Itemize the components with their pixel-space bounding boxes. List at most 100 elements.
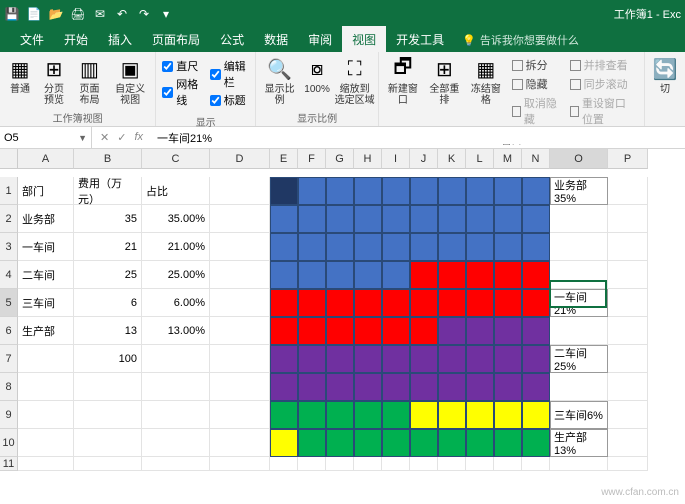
cell-L8[interactable] (466, 373, 494, 401)
cell-P9[interactable] (608, 401, 648, 429)
qat-more-icon[interactable]: ▾ (158, 6, 174, 22)
row-header[interactable]: 7 (0, 345, 18, 373)
tab-pagelayout[interactable]: 页面布局 (142, 26, 210, 52)
new-window-button[interactable]: 🗗新建窗口 (383, 54, 423, 108)
cell-P2[interactable] (608, 205, 648, 233)
column-header[interactable]: P (608, 149, 648, 169)
tell-me[interactable]: 💡告诉我你想要做什么 (462, 32, 579, 52)
cell-K3[interactable] (438, 233, 466, 261)
cell-D9[interactable] (210, 401, 270, 429)
cell-E3[interactable] (270, 233, 298, 261)
cell-M3[interactable] (494, 233, 522, 261)
hide-button[interactable]: 隐藏 (510, 75, 562, 93)
cell-H8[interactable] (354, 373, 382, 401)
cell-N9[interactable] (522, 401, 550, 429)
cell-D2[interactable] (210, 205, 270, 233)
cell-P4[interactable] (608, 261, 648, 289)
tab-home[interactable]: 开始 (54, 26, 98, 52)
cell-L10[interactable] (466, 429, 494, 457)
cell-I9[interactable] (382, 401, 410, 429)
cell-J6[interactable] (410, 317, 438, 345)
select-all-corner[interactable] (0, 149, 18, 169)
zoom-button[interactable]: 🔍显示比例 (260, 54, 299, 108)
cell-H2[interactable] (354, 205, 382, 233)
row-header[interactable]: 9 (0, 401, 18, 429)
cell-I3[interactable] (382, 233, 410, 261)
cell-D11[interactable] (210, 457, 270, 471)
cell-I5[interactable] (382, 289, 410, 317)
cell-N1[interactable] (522, 177, 550, 205)
cell-B10[interactable] (74, 429, 142, 457)
cell-A6[interactable]: 生产部 (18, 317, 74, 345)
cell-H9[interactable] (354, 401, 382, 429)
row-header[interactable]: 5 (0, 289, 18, 317)
switch-window-button[interactable]: 🔄切 (649, 54, 681, 97)
cell-P11[interactable] (608, 457, 648, 471)
cell-O9[interactable]: 三车间6% (550, 401, 608, 429)
cell-G5[interactable] (326, 289, 354, 317)
cell-C8[interactable] (142, 373, 210, 401)
column-header[interactable]: M (494, 149, 522, 169)
cell-C4[interactable]: 25.00% (142, 261, 210, 289)
cell-N3[interactable] (522, 233, 550, 261)
cell-M2[interactable] (494, 205, 522, 233)
column-header[interactable]: D (210, 149, 270, 169)
cell-K5[interactable] (438, 289, 466, 317)
cell-D4[interactable] (210, 261, 270, 289)
cell-G10[interactable] (326, 429, 354, 457)
column-header[interactable]: O (550, 149, 608, 169)
column-header[interactable]: K (438, 149, 466, 169)
cell-C7[interactable] (142, 345, 210, 373)
cell-I11[interactable] (382, 457, 410, 471)
reset-pos-button[interactable]: 重设窗口位置 (568, 94, 638, 128)
cell-O4[interactable] (550, 261, 608, 289)
cell-E10[interactable] (270, 429, 298, 457)
cell-J3[interactable] (410, 233, 438, 261)
column-header[interactable]: E (270, 149, 298, 169)
column-header[interactable]: I (382, 149, 410, 169)
cell-J1[interactable] (410, 177, 438, 205)
cell-C2[interactable]: 35.00% (142, 205, 210, 233)
unhide-button[interactable]: 取消隐藏 (510, 94, 562, 128)
cell-H4[interactable] (354, 261, 382, 289)
cell-B5[interactable]: 6 (74, 289, 142, 317)
save-icon[interactable]: 💾 (4, 6, 20, 22)
zoom100-button[interactable]: ⧇100% (301, 54, 333, 97)
cell-G11[interactable] (326, 457, 354, 471)
side-by-side-button[interactable]: 并排查看 (568, 56, 638, 74)
cell-O8[interactable] (550, 373, 608, 401)
cell-P1[interactable] (608, 177, 648, 205)
row-header[interactable]: 4 (0, 261, 18, 289)
cell-M4[interactable] (494, 261, 522, 289)
row-header[interactable]: 11 (0, 457, 18, 471)
cell-A4[interactable]: 二车间 (18, 261, 74, 289)
column-header[interactable]: J (410, 149, 438, 169)
cell-M9[interactable] (494, 401, 522, 429)
enter-icon[interactable]: ✓ (117, 131, 126, 144)
cell-F2[interactable] (298, 205, 326, 233)
cell-L4[interactable] (466, 261, 494, 289)
ruler-checkbox[interactable]: 直尺 (162, 58, 201, 74)
name-box[interactable]: ▼ (0, 127, 92, 148)
tab-developer[interactable]: 开发工具 (386, 26, 454, 52)
headings-checkbox[interactable]: 标题 (210, 92, 249, 108)
cell-F9[interactable] (298, 401, 326, 429)
cell-H7[interactable] (354, 345, 382, 373)
cell-O7[interactable]: 二车间25% (550, 345, 608, 373)
cell-J5[interactable] (410, 289, 438, 317)
cell-D8[interactable] (210, 373, 270, 401)
cell-F10[interactable] (298, 429, 326, 457)
sync-scroll-button[interactable]: 同步滚动 (568, 75, 638, 93)
zoom-selection-button[interactable]: ⛶缩放到 选定区域 (335, 54, 374, 108)
cell-A10[interactable] (18, 429, 74, 457)
cell-J2[interactable] (410, 205, 438, 233)
cell-M7[interactable] (494, 345, 522, 373)
pagelayout-view-button[interactable]: ▥页面布局 (72, 54, 107, 108)
cell-F8[interactable] (298, 373, 326, 401)
cell-P6[interactable] (608, 317, 648, 345)
cell-J11[interactable] (410, 457, 438, 471)
cell-J10[interactable] (410, 429, 438, 457)
cell-M11[interactable] (494, 457, 522, 471)
cell-L3[interactable] (466, 233, 494, 261)
cell-B11[interactable] (74, 457, 142, 471)
